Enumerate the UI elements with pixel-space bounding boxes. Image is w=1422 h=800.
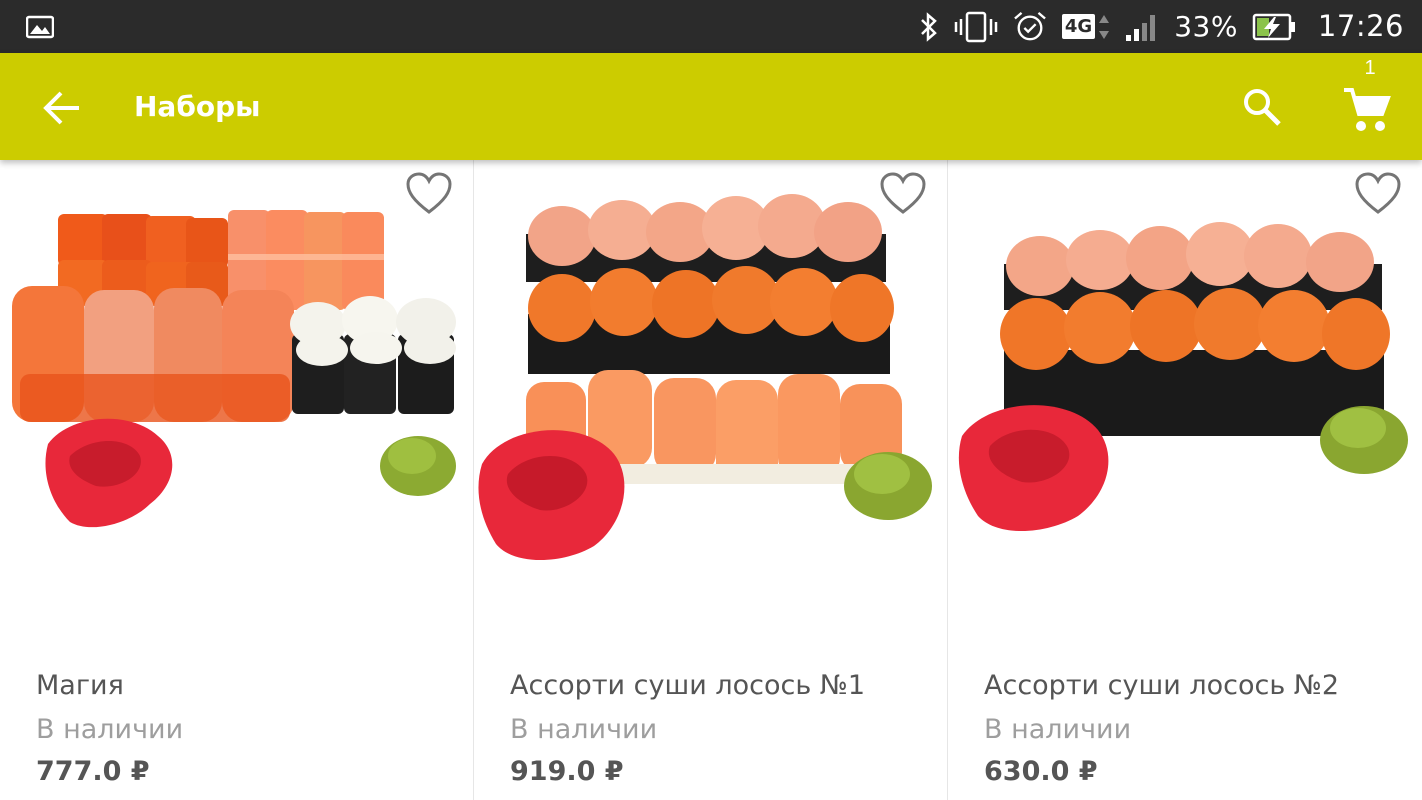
product-image: [12, 210, 456, 528]
product-stock-status: В наличии: [36, 714, 184, 745]
product-name: Магия: [36, 670, 124, 701]
product-image: [478, 194, 932, 560]
product-grid: Магия В наличии 777.0 ₽ Ассорти суши лос…: [0, 160, 1422, 800]
product-card[interactable]: Магия В наличии 777.0 ₽: [0, 160, 474, 800]
product-name: Ассорти суши лосось №1: [510, 670, 866, 701]
product-card[interactable]: Ассорти суши лосось №2 В наличии 630.0 ₽: [948, 160, 1422, 800]
product-image: [958, 222, 1408, 532]
signal-icon: [1126, 14, 1156, 41]
product-price: 919.0 ₽: [510, 756, 624, 787]
favorite-heart-icon[interactable]: [405, 172, 453, 216]
product-stock-status: В наличии: [984, 714, 1132, 745]
back-arrow-icon: [43, 91, 79, 125]
cart-count-badge: 1: [1364, 57, 1376, 79]
image-icon: [26, 15, 54, 39]
network-4g-icon: 4G: [1061, 11, 1110, 43]
app-bar: Наборы 1: [0, 53, 1422, 160]
search-icon: [1244, 89, 1281, 126]
search-button[interactable]: [1236, 81, 1288, 133]
status-bar: 4G 33% 17:26: [0, 0, 1422, 53]
status-icons: 4G 33% 17:26: [904, 0, 1404, 53]
battery-percent: 33%: [1174, 10, 1238, 43]
favorite-heart-icon[interactable]: [1354, 172, 1402, 216]
battery-charging-icon: [1252, 13, 1295, 40]
back-button[interactable]: [36, 83, 86, 133]
product-name: Ассорти суши лосось №2: [984, 670, 1340, 701]
alarm-icon: [1014, 11, 1046, 40]
vibrate-icon: [954, 11, 998, 42]
favorite-heart-icon[interactable]: [879, 172, 927, 216]
product-price: 777.0 ₽: [36, 756, 150, 787]
product-stock-status: В наличии: [510, 714, 658, 745]
cart-button[interactable]: [1336, 79, 1398, 141]
product-price: 630.0 ₽: [984, 756, 1098, 787]
network-type: 4G: [1061, 14, 1096, 39]
cart-icon: [1344, 88, 1391, 131]
product-card[interactable]: Ассорти суши лосось №1 В наличии 919.0 ₽: [474, 160, 948, 800]
bluetooth-icon: [920, 11, 937, 42]
page-title: Наборы: [134, 90, 261, 123]
clock: 17:26: [1317, 9, 1404, 43]
